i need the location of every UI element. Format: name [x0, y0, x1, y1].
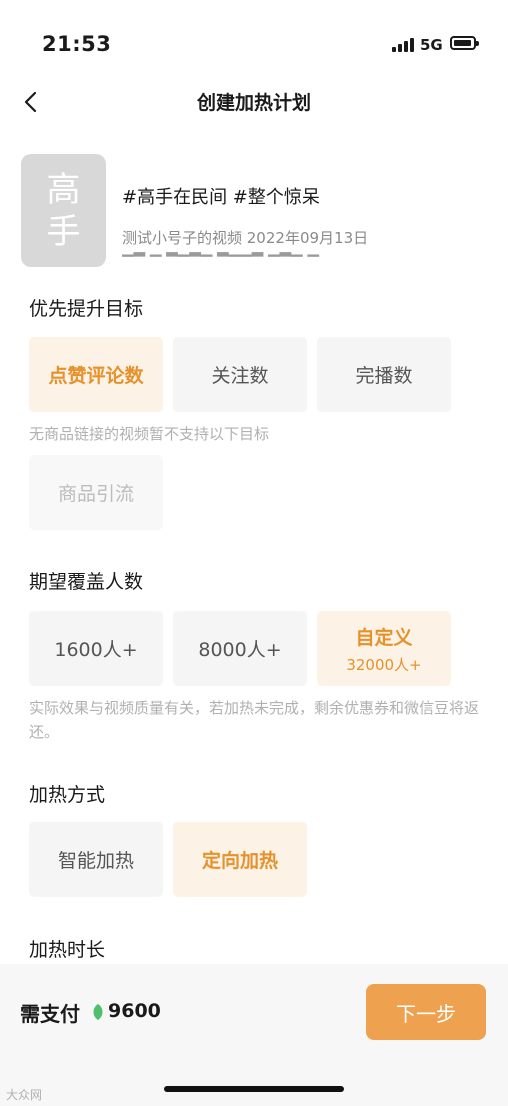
- option-label: 关注数: [211, 365, 269, 387]
- custom-value: 32000人+: [346, 655, 422, 674]
- option-label: 1600人+: [54, 639, 138, 661]
- video-title: #高手在民间 #整个惊呆: [122, 187, 320, 208]
- signal-icon: [392, 38, 414, 52]
- next-step-button[interactable]: 下一步: [366, 984, 486, 1040]
- option-label: 定向加热: [201, 850, 278, 872]
- goal-option-product-traffic: 商品引流: [29, 455, 163, 530]
- goal-section-title: 优先提升目标: [29, 298, 144, 320]
- option-label: 8000人+: [198, 639, 282, 661]
- method-section-title: 加热方式: [29, 784, 106, 806]
- goal-option-follows[interactable]: 关注数: [173, 337, 307, 412]
- battery-icon: [450, 36, 479, 50]
- status-time: 21:53: [42, 32, 112, 56]
- option-label: 点赞评论数: [48, 365, 144, 387]
- pay-label: 需支付: [20, 1002, 80, 1026]
- home-indicator: [164, 1086, 344, 1092]
- goal-note: 无商品链接的视频暂不支持以下目标: [29, 425, 270, 443]
- video-thumbnail: 高 手: [21, 154, 106, 267]
- option-label: 完播数: [355, 365, 413, 387]
- watermark: 大众网: [6, 1088, 43, 1102]
- option-label: 智能加热: [57, 850, 134, 872]
- method-option-smart[interactable]: 智能加热: [29, 822, 163, 897]
- network-label: 5G: [420, 36, 443, 54]
- goal-option-completion[interactable]: 完播数: [317, 337, 451, 412]
- page-title: 创建加热计划: [196, 92, 311, 114]
- option-label: 商品引流: [57, 483, 134, 505]
- duration-section-title: 加热时长: [29, 939, 106, 961]
- pay-amount: 9600: [108, 1000, 161, 1022]
- thumbnail-text-1: 高: [46, 169, 81, 210]
- coverage-section-title: 期望覆盖人数: [29, 571, 144, 593]
- clipped-text-line: ▁▂ ▁ ▂▁▂▁ ▂▁▁▂ ▁▂▁ ▁: [122, 249, 402, 257]
- coverage-option-8000[interactable]: 8000人+: [173, 611, 307, 686]
- coverage-option-custom[interactable]: 自定义 32000人+: [317, 611, 451, 686]
- bean-icon: [93, 1004, 103, 1020]
- custom-label: 自定义: [355, 626, 413, 649]
- coverage-note: 实际效果与视频质量有关，若加热未完成，剩余优惠券和微信豆将返还。: [29, 699, 480, 741]
- goal-option-likes-comments[interactable]: 点赞评论数: [29, 337, 163, 412]
- coverage-option-1600[interactable]: 1600人+: [29, 611, 163, 686]
- video-meta: 测试小号子的视频 2022年09月13日: [122, 229, 369, 247]
- thumbnail-text-2: 手: [46, 211, 81, 252]
- method-option-targeted[interactable]: 定向加热: [173, 822, 307, 897]
